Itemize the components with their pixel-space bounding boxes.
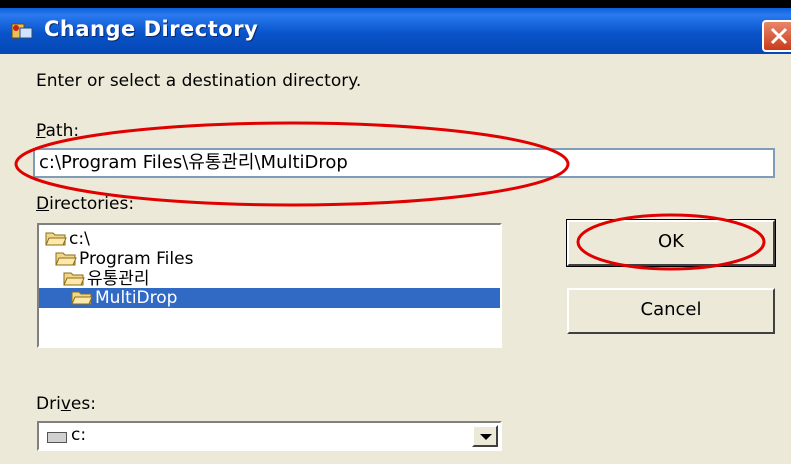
annotation-ellipse-path [14, 121, 570, 207]
annotation-layer [14, 121, 766, 271]
annotation-ellipse-ok [576, 213, 766, 271]
